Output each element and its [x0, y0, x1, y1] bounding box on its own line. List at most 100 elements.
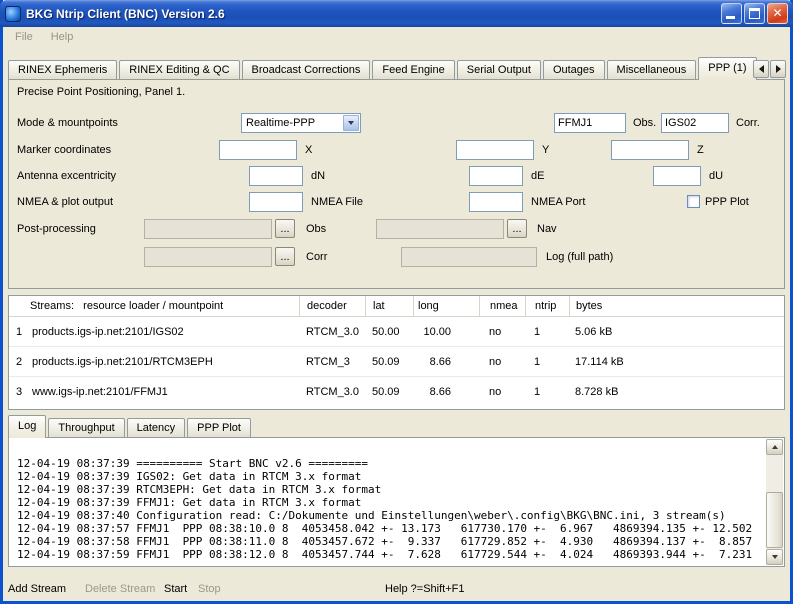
antenna-de-field[interactable] [469, 166, 523, 186]
tab-ppp-plot[interactable]: PPP Plot [187, 418, 251, 437]
tab-log[interactable]: Log [8, 415, 46, 438]
header-long: long [413, 296, 479, 316]
stop-button[interactable]: Stop [198, 583, 221, 595]
close-icon: ✕ [768, 4, 787, 23]
table-row[interactable]: 1 products.igs-ip.net:2101/IGS02 RTCM_3.… [9, 317, 784, 347]
right-arrow-icon [776, 65, 781, 73]
marker-y-field[interactable] [456, 140, 534, 160]
left-arrow-icon [759, 65, 764, 73]
du-label: dU [709, 166, 723, 186]
tab-throughput[interactable]: Throughput [48, 418, 124, 437]
minimize-button[interactable] [721, 3, 742, 24]
de-label: dE [531, 166, 544, 186]
main-tab-bar: RINEX Ephemeris RINEX Editing & QC Broad… [8, 57, 759, 80]
app-window: BKG Ntrip Client (BNC) Version 2.6 ✕ Fil… [0, 0, 793, 604]
cell-mountpoint: products.igs-ip.net:2101/RTCM3EPH [29, 356, 299, 368]
ppp-plot-label: PPP Plot [705, 192, 749, 212]
corr-label: Corr. [736, 113, 760, 133]
tab-latency[interactable]: Latency [127, 418, 186, 437]
z-label: Z [697, 140, 704, 160]
row-number: 3 [9, 386, 29, 398]
title-bar[interactable]: BKG Ntrip Client (BNC) Version 2.6 ✕ [0, 0, 793, 27]
nmea-port-field[interactable] [469, 192, 523, 212]
streams-table-header: Streams: resource loader / mountpoint de… [9, 296, 784, 317]
cell-decoder: RTCM_3.0 [299, 386, 365, 398]
down-arrow-icon [772, 555, 778, 559]
marker-coordinates-label: Marker coordinates [17, 140, 111, 160]
mode-combobox[interactable]: Realtime-PPP [241, 113, 361, 133]
obs-mountpoint-field[interactable] [554, 113, 626, 133]
table-row[interactable]: 2 products.igs-ip.net:2101/RTCM3EPH RTCM… [9, 347, 784, 377]
cell-mountpoint: products.igs-ip.net:2101/IGS02 [29, 326, 299, 338]
nmea-port-label: NMEA Port [531, 192, 585, 212]
up-arrow-icon [772, 445, 778, 449]
tab-rinex-editing-qc[interactable]: RINEX Editing & QC [119, 60, 239, 79]
header-nmea: nmea [479, 296, 525, 316]
log-line: 12-04-19 08:37:39 FFMJ1: Get data in RTC… [17, 496, 766, 509]
tab-feed-engine[interactable]: Feed Engine [372, 60, 454, 79]
header-streams: Streams: resource loader / mountpoint [9, 296, 299, 316]
delete-stream-button[interactable]: Delete Stream [85, 583, 155, 595]
antenna-du-field[interactable] [653, 166, 701, 186]
close-button[interactable]: ✕ [767, 3, 788, 24]
marker-z-field[interactable] [611, 140, 689, 160]
post-corr-field [144, 247, 272, 267]
cell-long: 8.66 [413, 386, 479, 398]
y-label: Y [542, 140, 549, 160]
log-content: 12-04-19 08:37:39 ========== Start BNC v… [10, 439, 766, 565]
header-ntrip: ntrip [525, 296, 569, 316]
combo-dropdown-button[interactable] [343, 115, 359, 131]
log-line: 12-04-19 08:37:57 FFMJ1 PPP 08:38:10.0 8… [17, 522, 766, 535]
scroll-up-button[interactable] [766, 439, 783, 455]
tab-broadcast-corrections[interactable]: Broadcast Corrections [242, 60, 371, 79]
tab-scroll-right-button[interactable] [770, 60, 786, 78]
log-scrollbar[interactable] [766, 439, 783, 565]
start-button[interactable]: Start [164, 583, 187, 595]
corr-mountpoint-field[interactable] [661, 113, 729, 133]
tab-serial-output[interactable]: Serial Output [457, 60, 541, 79]
cell-lat: 50.00 [365, 326, 413, 338]
chevron-down-icon [348, 121, 354, 125]
tab-outages[interactable]: Outages [543, 60, 605, 79]
tab-rinex-ephemeris[interactable]: RINEX Ephemeris [8, 60, 117, 79]
cell-ntrip: 1 [525, 326, 569, 338]
ppp-plot-checkbox[interactable] [687, 195, 700, 208]
cell-long: 8.66 [413, 356, 479, 368]
log-line: 12-04-19 08:37:40 Configuration read: C:… [17, 509, 766, 522]
cell-decoder: RTCM_3.0 [299, 326, 365, 338]
nmea-file-label: NMEA File [311, 192, 363, 212]
add-stream-button[interactable]: Add Stream [8, 583, 66, 595]
post-nav-field [376, 219, 504, 239]
browse-corr-button[interactable]: ... [275, 247, 295, 266]
cell-lat: 50.09 [365, 386, 413, 398]
tab-ppp-1[interactable]: PPP (1) [698, 57, 756, 80]
cell-nmea: no [479, 386, 525, 398]
scroll-down-button[interactable] [766, 549, 783, 565]
scrollbar-thumb[interactable] [766, 492, 783, 548]
tab-scroll-left-button[interactable] [753, 60, 769, 78]
minimize-icon [726, 16, 735, 19]
menu-bar: File Help [3, 27, 790, 47]
mode-combobox-value: Realtime-PPP [246, 114, 315, 132]
marker-x-field[interactable] [219, 140, 297, 160]
cell-bytes: 5.06 kB [569, 326, 784, 338]
post-obs-field [144, 219, 272, 239]
nmea-file-field[interactable] [249, 192, 303, 212]
log-line: 12-04-19 08:37:59 FFMJ1 PPP 08:38:12.0 8… [17, 548, 766, 561]
cell-decoder: RTCM_3 [299, 356, 365, 368]
status-bar: Add Stream Delete Stream Start Stop Help… [3, 575, 790, 601]
table-row[interactable]: 3 www.igs-ip.net:2101/FFMJ1 RTCM_3.0 50.… [9, 377, 784, 407]
log-line: 12-04-19 08:37:39 IGS02: Get data in RTC… [17, 470, 766, 483]
cell-nmea: no [479, 356, 525, 368]
browse-obs-button[interactable]: ... [275, 219, 295, 238]
log-output[interactable]: 12-04-19 08:37:39 ========== Start BNC v… [8, 437, 785, 567]
maximize-button[interactable] [744, 3, 765, 24]
ppp-panel: Precise Point Positioning, Panel 1. Mode… [8, 79, 785, 289]
tab-miscellaneous[interactable]: Miscellaneous [607, 60, 697, 79]
browse-nav-button[interactable]: ... [507, 219, 527, 238]
x-label: X [305, 140, 312, 160]
antenna-dn-field[interactable] [249, 166, 303, 186]
menu-file[interactable]: File [6, 29, 42, 45]
menu-help[interactable]: Help [42, 29, 83, 45]
post-log-field [401, 247, 537, 267]
